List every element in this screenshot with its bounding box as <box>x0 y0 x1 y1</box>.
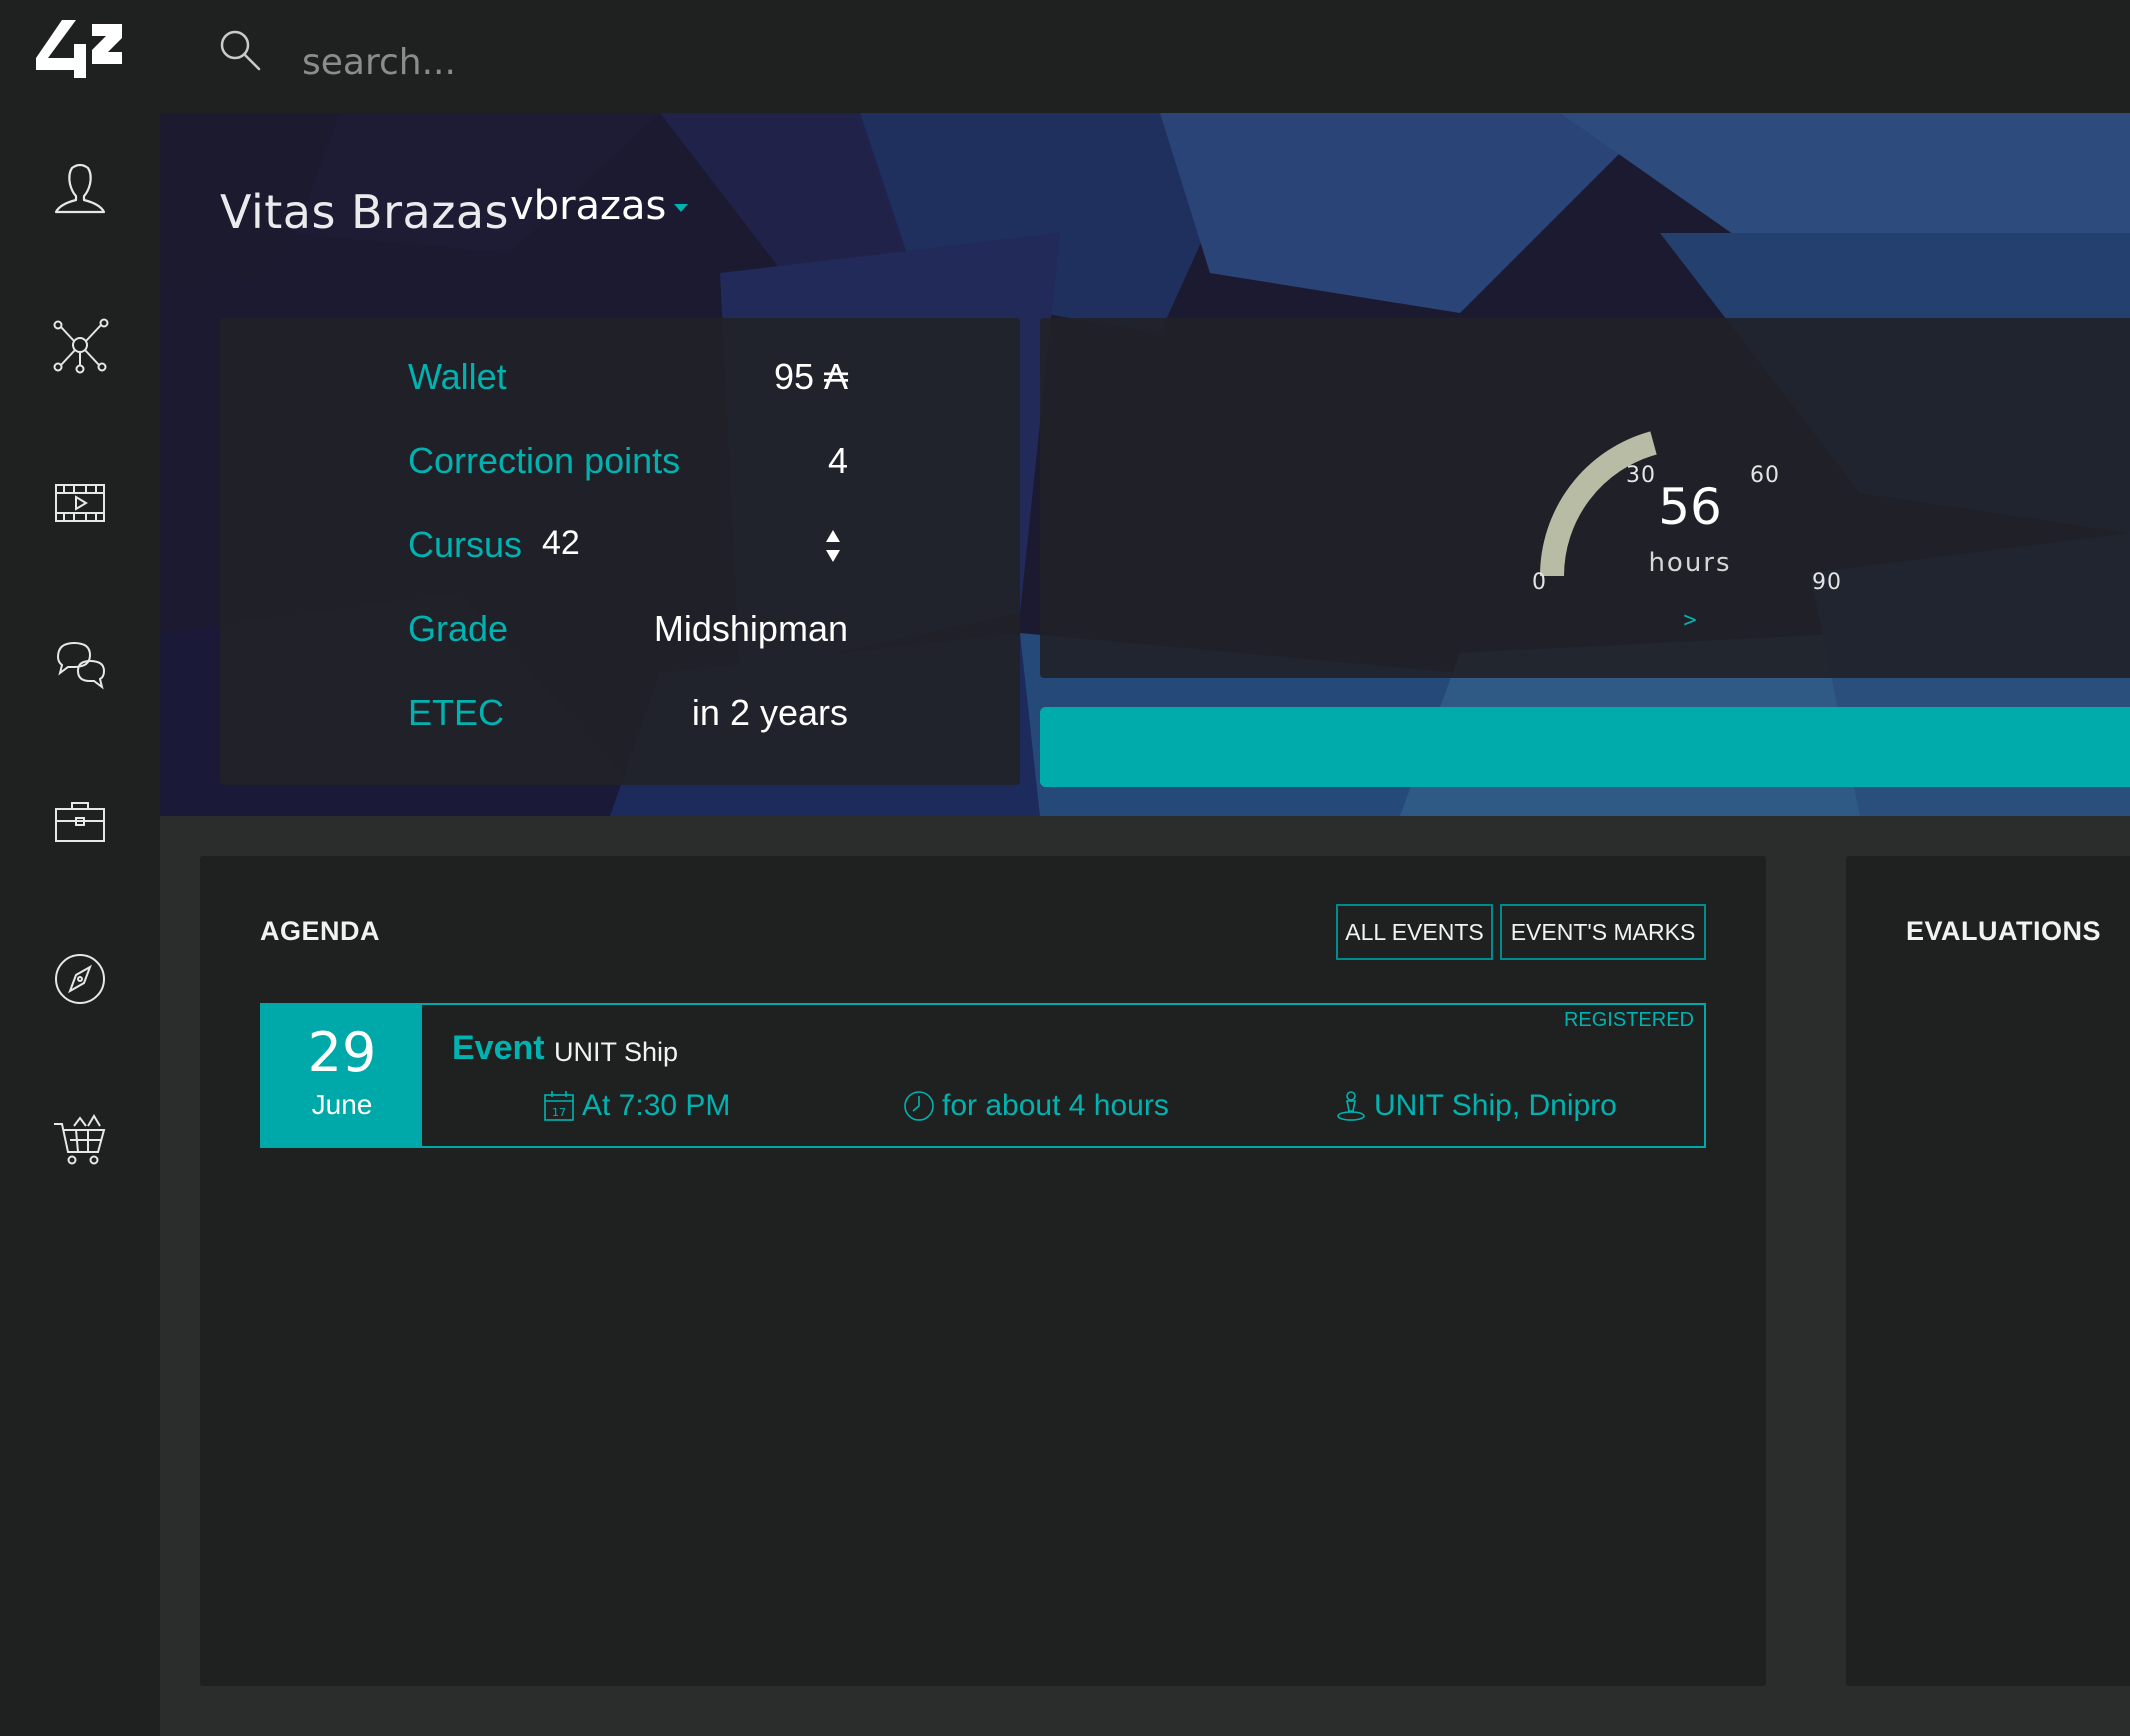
cursus-label: Cursus <box>408 524 523 565</box>
film-icon <box>55 484 105 522</box>
grade-value: Midshipman <box>653 608 848 649</box>
logtime-next-button[interactable]: > <box>1670 608 1710 633</box>
briefcase-icon <box>55 802 105 842</box>
login-text: vbrazas <box>510 183 667 229</box>
etec-label: ETEC <box>408 692 505 733</box>
events-marks-button[interactable]: EVENT'S MARKS <box>1500 904 1706 960</box>
evaluations-title: EVALUATIONS <box>1906 916 2102 946</box>
gauge-tick-60: 60 <box>1750 463 1780 488</box>
correction-points-row: Correction points 4 <box>408 440 848 490</box>
grade-label: Grade <box>408 608 509 649</box>
sidebar-item-companies[interactable] <box>40 781 120 861</box>
caret-down-icon <box>674 204 689 212</box>
sidebar <box>0 113 160 1736</box>
etec-value: in 2 years <box>691 692 848 733</box>
sidebar-item-explore[interactable] <box>40 939 120 1019</box>
event-location: UNIT Ship, Dnipro <box>1334 1089 1617 1123</box>
logo-42[interactable] <box>30 18 130 88</box>
logtime-value: 56 <box>1658 478 1722 536</box>
event-time: 17 At 7:30 PM <box>542 1089 730 1123</box>
event-card[interactable]: 29 June Event UNIT Ship REGISTERED 17 At… <box>260 1003 1706 1148</box>
event-kind: Event <box>452 1029 545 1067</box>
cart-icon <box>54 1114 106 1165</box>
level-progress-fill <box>1040 707 2130 787</box>
network-icon <box>53 318 109 374</box>
event-time-text: At 7:30 PM <box>582 1089 731 1122</box>
search-icon[interactable] <box>215 25 265 75</box>
event-month: June <box>311 1089 373 1120</box>
logtime-card: 0 30 60 90 56 hours > <box>1040 318 2130 678</box>
event-day: 29 <box>307 1021 377 1084</box>
event-duration: for about 4 hours <box>902 1089 1169 1123</box>
agenda-title: AGENDA <box>260 916 381 946</box>
event-date-block: 29 June <box>262 1005 422 1146</box>
correction-points-value: 4 <box>827 440 848 481</box>
wallet-row: Wallet 95 ₳ <box>408 356 848 406</box>
sidebar-item-elearning[interactable] <box>40 463 120 543</box>
cursus-row: Cursus 42 <box>408 524 848 574</box>
location-pin-icon <box>1337 1091 1365 1121</box>
sidebar-item-forum[interactable] <box>40 623 120 703</box>
chat-icon <box>56 641 106 690</box>
sidebar-item-profile[interactable] <box>40 148 120 228</box>
user-info-card: Wallet 95 ₳ Correction points 4 Cursus 4… <box>220 318 1020 785</box>
user-icon <box>54 163 106 214</box>
all-events-button[interactable]: ALL EVENTS <box>1336 904 1493 960</box>
cursus-value: 42 <box>542 524 580 562</box>
agenda-panel: AGENDA ALL EVENTS EVENT'S MARKS 29 June … <box>200 856 1766 1686</box>
event-duration-text: for about 4 hours <box>942 1089 1169 1122</box>
search-input[interactable] <box>300 32 1000 92</box>
gauge-tick-0: 0 <box>1532 570 1547 595</box>
sidebar-item-shop[interactable] <box>40 1100 120 1180</box>
top-bar <box>0 0 2130 113</box>
correction-points-label: Correction points <box>408 440 681 481</box>
sidebar-item-holy-graph[interactable] <box>40 305 120 385</box>
gauge-tick-90: 90 <box>1812 570 1842 595</box>
user-full-name: Vitas Brazas <box>220 185 510 239</box>
wallet-label: Wallet <box>408 356 507 397</box>
compass-icon <box>55 954 105 1004</box>
event-location-text: UNIT Ship, Dnipro <box>1374 1089 1617 1122</box>
cursus-select-arrows-icon[interactable] <box>824 526 842 566</box>
etec-row: ETEC in 2 years <box>408 692 848 742</box>
grade-row: Grade Midshipman <box>408 608 848 658</box>
profile-header: Vitas Brazas vbrazas Wallet 95 ₳ Correct… <box>160 113 2130 816</box>
event-name: UNIT Ship <box>554 1037 679 1067</box>
login-dropdown[interactable]: vbrazas <box>510 183 689 229</box>
evaluations-panel: EVALUATIONS <box>1846 856 2130 1686</box>
logtime-unit: hours <box>1648 548 1732 578</box>
level-progress-bar <box>1040 707 2130 787</box>
calendar-icon: 17 <box>544 1091 574 1121</box>
clock-icon <box>904 1091 934 1121</box>
calendar-icon-day: 17 <box>552 1106 566 1119</box>
wallet-value: 95 ₳ <box>773 356 848 397</box>
logtime-gauge <box>1540 431 1657 577</box>
event-status-badge: REGISTERED <box>1563 1009 1694 1031</box>
